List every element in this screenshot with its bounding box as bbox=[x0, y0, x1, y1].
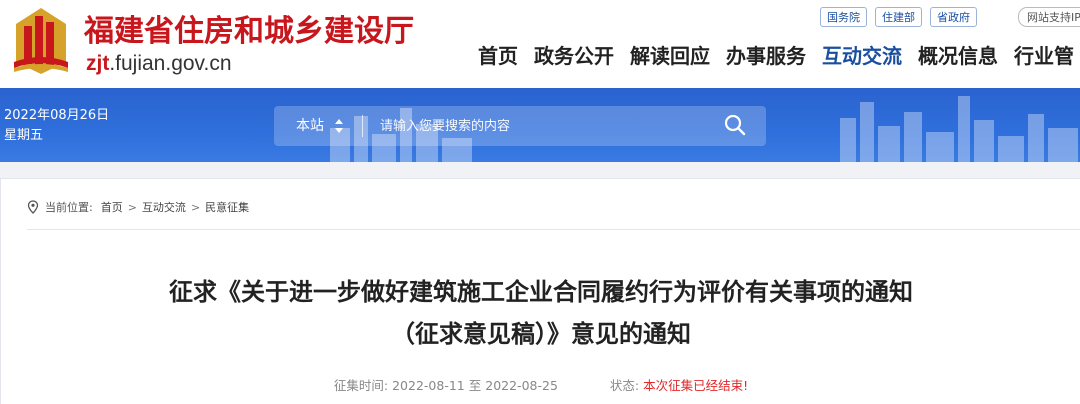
nav-item-interpretation[interactable]: 解读回应 bbox=[622, 40, 718, 69]
article-title-line-1: 征求《关于进一步做好建筑施工企业合同履约行为评价有关事项的通知 bbox=[169, 278, 913, 306]
search-divider bbox=[362, 115, 363, 137]
breadcrumb-public-opinion[interactable]: 民意征集 bbox=[205, 199, 249, 215]
status-label: 状态: bbox=[609, 378, 640, 393]
search-button[interactable] bbox=[720, 112, 750, 140]
nav-item-services[interactable]: 办事服务 bbox=[718, 40, 814, 69]
status-badge: 本次征集已经结束! bbox=[643, 378, 749, 393]
top-link-mohurd[interactable]: 住建部 bbox=[875, 7, 922, 27]
date-box: 2022年08月26日 星期五 bbox=[4, 106, 109, 146]
nav-item-industry[interactable]: 行业管 bbox=[1006, 40, 1080, 69]
article-meta: 征集时间: 2022-08-11 至 2022-08-25 状态: 本次征集已经… bbox=[1, 375, 1080, 394]
nav-item-overview[interactable]: 概况信息 bbox=[910, 40, 1006, 69]
site-domain: zjt.fujian.gov.cn bbox=[86, 52, 232, 76]
nav-item-interaction[interactable]: 互动交流 bbox=[814, 40, 910, 69]
breadcrumb: 当前位置: 首页 > 互动交流 > 民意征集 bbox=[27, 199, 249, 215]
location-pin-icon bbox=[27, 200, 39, 214]
domain-rest: .fujian.gov.cn bbox=[109, 52, 232, 75]
article-title: 征求《关于进一步做好建筑施工企业合同履约行为评价有关事项的通知 （征求意见稿）》… bbox=[1, 271, 1080, 355]
period-label: 征集时间: bbox=[333, 378, 389, 393]
site-title[interactable]: 福建省住房和城乡建设厅 bbox=[84, 6, 414, 50]
nav-item-gov-affairs[interactable]: 政务公开 bbox=[526, 40, 622, 69]
search-scope-select[interactable]: 本站 bbox=[296, 106, 324, 146]
top-link-state-council[interactable]: 国务院 bbox=[820, 7, 867, 27]
search-bar: 本站 bbox=[274, 106, 766, 146]
breadcrumb-interaction[interactable]: 互动交流 bbox=[142, 199, 186, 215]
article-title-line-2: （征求意见稿）》意见的通知 bbox=[391, 320, 691, 348]
breadcrumb-divider bbox=[27, 229, 1080, 230]
search-input[interactable] bbox=[380, 112, 700, 140]
current-weekday: 星期五 bbox=[4, 128, 44, 143]
search-banner: 2022年08月26日 星期五 本站 bbox=[0, 88, 1080, 162]
breadcrumb-home[interactable]: 首页 bbox=[101, 199, 123, 215]
top-links: 国务院 住建部 省政府 bbox=[820, 7, 977, 27]
site-header: 福建省住房和城乡建设厅 zjt.fujian.gov.cn 国务院 住建部 省政… bbox=[0, 0, 1080, 88]
sort-arrows-icon[interactable] bbox=[334, 118, 344, 134]
ipv6-badge: 网站支持IPv6 bbox=[1018, 7, 1080, 27]
site-logo-icon[interactable] bbox=[8, 4, 74, 78]
domain-accent: zjt bbox=[86, 52, 110, 75]
breadcrumb-separator: > bbox=[190, 200, 201, 214]
article-card: 当前位置: 首页 > 互动交流 > 民意征集 征求《关于进一步做好建筑施工企业合… bbox=[0, 178, 1080, 404]
main-nav: 首页 政务公开 解读回应 办事服务 互动交流 概况信息 行业管 bbox=[470, 40, 1080, 69]
period-start: 2022-08-11 bbox=[392, 378, 465, 393]
period-to: 至 bbox=[468, 378, 482, 393]
current-date: 2022年08月26日 bbox=[4, 108, 110, 123]
nav-item-home[interactable]: 首页 bbox=[470, 40, 526, 69]
page: 福建省住房和城乡建设厅 zjt.fujian.gov.cn 国务院 住建部 省政… bbox=[0, 0, 1080, 404]
period-end: 2022-08-25 bbox=[485, 378, 558, 393]
search-icon bbox=[724, 114, 746, 135]
breadcrumb-separator: > bbox=[127, 200, 137, 214]
breadcrumb-label: 当前位置: bbox=[45, 201, 93, 214]
top-link-province-gov[interactable]: 省政府 bbox=[930, 7, 977, 27]
